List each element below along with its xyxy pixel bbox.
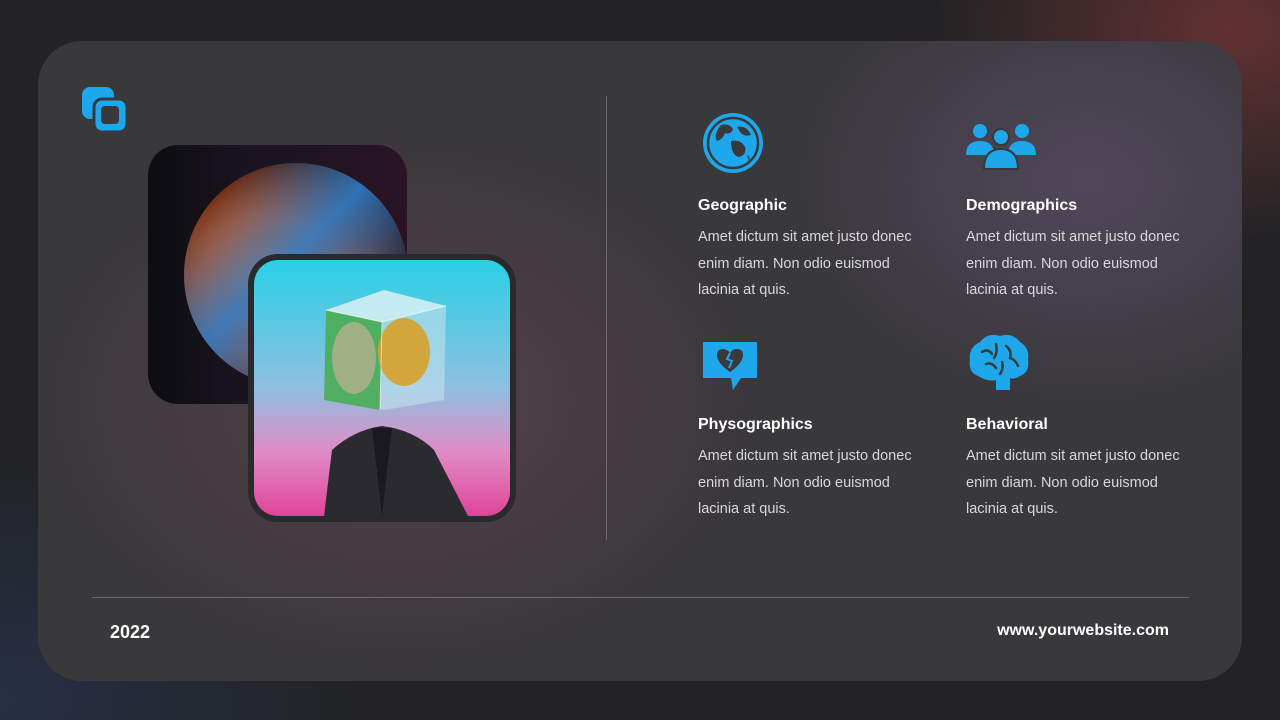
brain-icon (966, 330, 1036, 394)
feature-title: Demographics (966, 197, 1078, 214)
feature-description: Amet dictum sit amet justo donec enim di… (966, 448, 1180, 517)
horizontal-divider (92, 597, 1189, 598)
overlapping-squares-icon (81, 86, 129, 134)
footer-website-link[interactable]: www.yourwebsite.com (997, 622, 1169, 640)
footer-year: 2022 (110, 622, 151, 642)
slide-card: Geographic Amet dictum sit amet justo do… (38, 41, 1242, 681)
feature-title: Geographic (698, 197, 787, 214)
broken-heart-chat-icon (698, 330, 768, 394)
globe-icon (698, 111, 768, 175)
cube-head-figure-image (248, 254, 516, 522)
vertical-divider (606, 96, 607, 540)
feature-description: Amet dictum sit amet justo donec enim di… (966, 229, 1180, 298)
users-group-icon (966, 111, 1036, 175)
feature-description: Amet dictum sit amet justo donec enim di… (698, 229, 912, 298)
feature-title: Behavioral (966, 416, 1048, 433)
feature-description: Amet dictum sit amet justo donec enim di… (698, 448, 912, 517)
feature-title: Physographics (698, 416, 813, 433)
